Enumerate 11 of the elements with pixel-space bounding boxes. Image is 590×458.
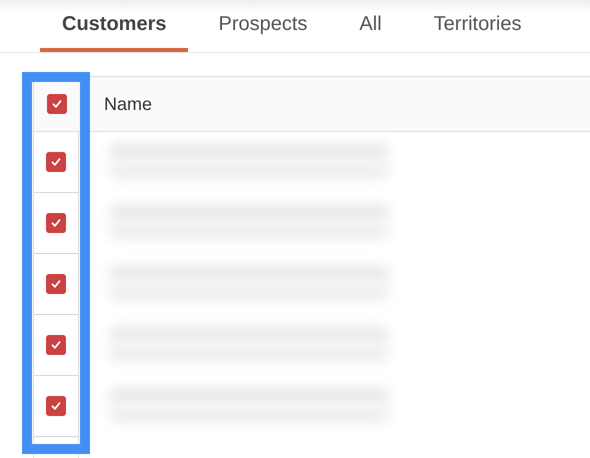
tab[interactable]: Territories — [412, 0, 544, 52]
checkbox[interactable] — [46, 213, 66, 233]
checkbox[interactable] — [46, 335, 66, 355]
checkbox[interactable] — [46, 152, 66, 172]
checkbox[interactable] — [46, 274, 66, 294]
checkbox[interactable] — [46, 94, 66, 114]
checkbox[interactable] — [46, 396, 66, 416]
tab[interactable]: All — [337, 0, 404, 52]
tab[interactable]: Prospects — [196, 0, 330, 52]
tab[interactable]: Customers — [40, 0, 188, 52]
column-header[interactable]: Name — [104, 94, 152, 114]
